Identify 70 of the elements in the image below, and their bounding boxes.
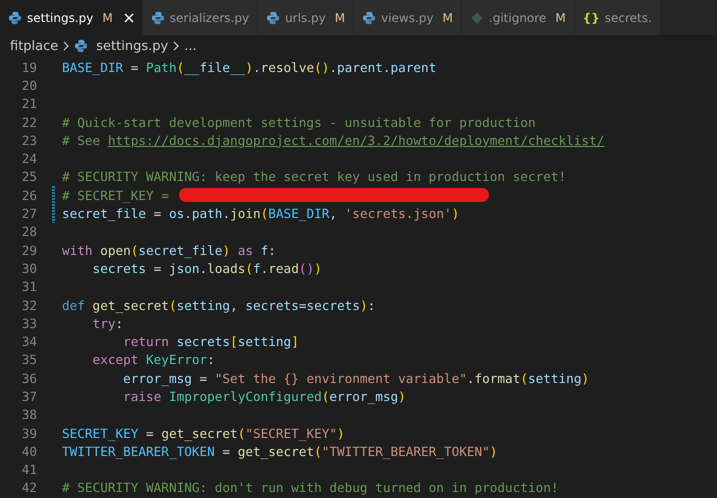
code-line: def get_secret(setting, secrets=secrets): bbox=[62, 298, 376, 312]
line-number: 37 bbox=[20, 388, 37, 404]
modified-label: M bbox=[442, 10, 453, 24]
code-line: SECRET_KEY = get_secret("SECRET_KEY") bbox=[62, 426, 345, 441]
code-line: # Quick-start development settings - unsuitable for production bbox=[62, 114, 536, 130]
editor-tab[interactable]: settings.py M bbox=[0, 0, 143, 35]
tab-label: settings.py bbox=[27, 10, 94, 24]
line-number: 42 bbox=[20, 480, 37, 496]
line-number: 32 bbox=[20, 298, 37, 312]
code-line: # SECRET_KEY = bbox=[62, 188, 170, 203]
code-line: secrets = json.loads(f.read()) bbox=[92, 260, 322, 276]
line-number: 22 bbox=[20, 114, 37, 130]
python-icon bbox=[74, 39, 88, 53]
line-number: 35 bbox=[20, 352, 37, 368]
modified-label: M bbox=[334, 10, 346, 24]
line-number: 27 bbox=[20, 206, 37, 222]
modified-label: M bbox=[102, 10, 113, 24]
tab-label: urls.py bbox=[285, 10, 326, 24]
diamond-icon bbox=[470, 10, 484, 24]
chevron-icon bbox=[172, 41, 180, 51]
braces-icon: {} bbox=[582, 10, 600, 24]
code-line: # See https://docs.djangoproject.com/en/3.2/howto/deployment/checklist/ bbox=[62, 132, 604, 148]
editor-tab[interactable]: urls.py M bbox=[258, 0, 354, 35]
line-number: 29 bbox=[20, 242, 37, 258]
tab-label: .gitignore bbox=[488, 10, 546, 24]
line-number: 26 bbox=[20, 188, 37, 203]
line-number: 38 bbox=[20, 407, 37, 422]
line-number: 30 bbox=[20, 260, 37, 276]
line-number: 21 bbox=[20, 96, 37, 112]
line-number: 39 bbox=[20, 426, 37, 441]
line-number: 23 bbox=[20, 132, 37, 148]
code-line: BASE_DIR = Path(__file__).resolve().parent.parent bbox=[62, 60, 436, 75]
line-number: 34 bbox=[20, 334, 37, 350]
line-number: 40 bbox=[20, 444, 37, 459]
modified-label: M bbox=[555, 10, 566, 24]
editor-tab[interactable]: {} secrets. bbox=[574, 0, 661, 35]
code-line: except KeyError: bbox=[92, 352, 215, 368]
code-line: # SECURITY WARNING: keep the secret key used in production secret! bbox=[62, 169, 566, 184]
breadcrumb-item[interactable]: settings.py bbox=[96, 38, 168, 54]
code-line: TWITTER_BEARER_TOKEN = get_secret("TWITTER_BEARER_TOKEN") bbox=[62, 444, 498, 459]
line-number: 28 bbox=[20, 224, 37, 240]
code-line: with open(secret_file) as f: bbox=[62, 242, 276, 258]
code-line: return secrets[setting] bbox=[122, 334, 299, 350]
python-icon bbox=[8, 10, 22, 24]
line-number: 25 bbox=[20, 169, 37, 184]
line-number: 36 bbox=[20, 370, 37, 386]
breadcrumb-item[interactable]: ... bbox=[184, 38, 197, 54]
line-number: 20 bbox=[20, 78, 37, 93]
code-line: error_msg = "Set the {} environment variable".format(setting) bbox=[122, 370, 590, 386]
editor-tab[interactable]: views.py M bbox=[354, 0, 462, 35]
line-number: 24 bbox=[20, 151, 37, 166]
code-line: try: bbox=[92, 316, 124, 331]
python-icon bbox=[150, 10, 165, 24]
editor-tab[interactable]: serializers.py bbox=[142, 0, 258, 35]
close-icon[interactable] bbox=[124, 12, 134, 22]
python-icon bbox=[362, 10, 376, 24]
line-number: 31 bbox=[20, 279, 37, 294]
chevron-icon bbox=[62, 41, 70, 51]
python-icon bbox=[266, 10, 280, 24]
tab-label: views.py bbox=[381, 10, 434, 24]
tab-label: serializers.py bbox=[170, 10, 250, 24]
line-number: 33 bbox=[20, 316, 37, 331]
editor-tab[interactable]: .gitignore M bbox=[462, 0, 575, 35]
line-number: 19 bbox=[20, 60, 37, 75]
code-line: secret_file = os.path.join(BASE_DIR, 'secrets.json') bbox=[62, 206, 460, 222]
code-line: # SECURITY WARNING: don't run with debug turned on in production! bbox=[62, 480, 559, 496]
breadcrumb-item[interactable]: fitplace bbox=[10, 38, 58, 54]
code-line: raise ImproperlyConfigured(error_msg) bbox=[122, 388, 406, 404]
line-number: 41 bbox=[20, 462, 37, 478]
tab-label: secrets. bbox=[604, 10, 652, 24]
